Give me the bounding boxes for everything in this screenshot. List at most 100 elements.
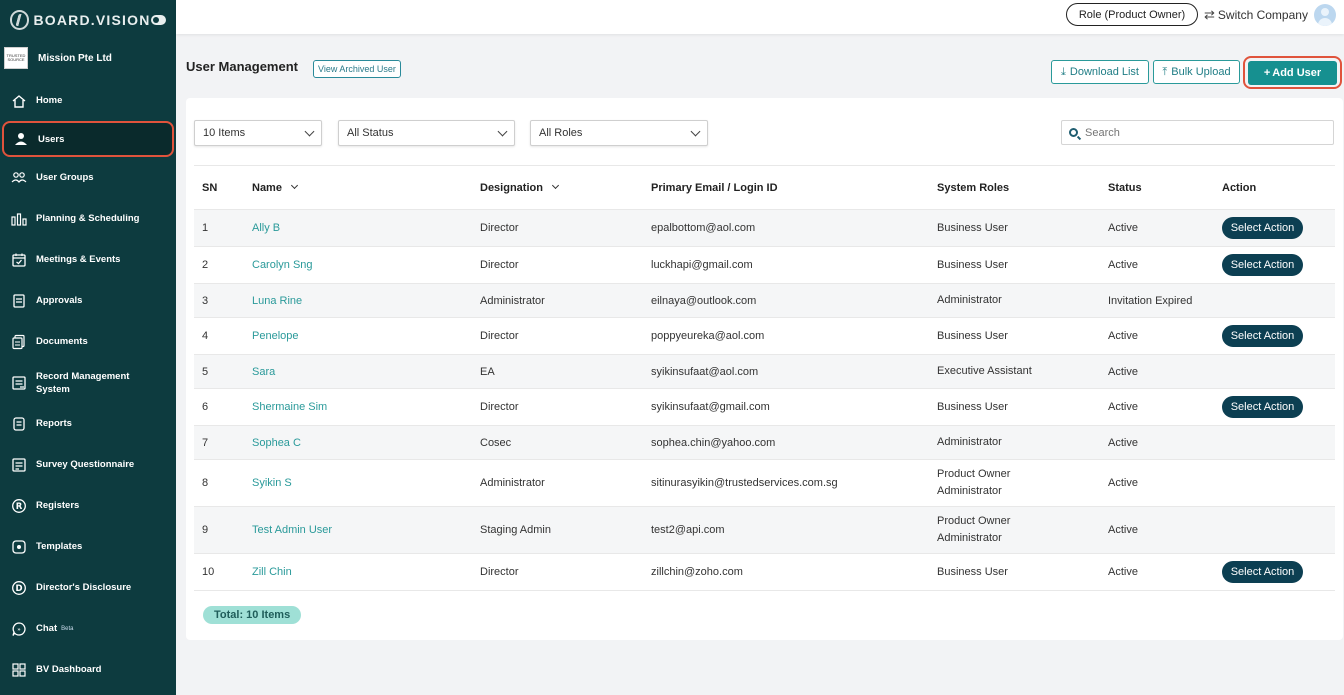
user-name-link[interactable]: Shermaine Sim bbox=[252, 401, 327, 413]
user-name-link[interactable]: Test Admin User bbox=[252, 524, 332, 536]
search-input[interactable] bbox=[1085, 126, 1315, 139]
company-logo: TRUSTED SOURCE bbox=[4, 47, 28, 69]
row-system-role: Administrator bbox=[937, 294, 1002, 306]
select-action-button[interactable]: Select Action bbox=[1222, 325, 1303, 347]
user-name-link[interactable]: Syikin S bbox=[252, 477, 292, 489]
row-email: epalbottom@aol.com bbox=[651, 222, 756, 234]
sidebar-item-approvals[interactable]: Approvals bbox=[0, 280, 176, 321]
sidebar-item-bv-dashboard[interactable]: BV Dashboard bbox=[0, 649, 176, 690]
sidebar-nav: Home Users User Groups Planning & Schedulin… bbox=[0, 80, 176, 690]
sidebar-item-label: Registers bbox=[36, 500, 80, 511]
planning-icon bbox=[10, 210, 28, 228]
header-email: Primary Email / Login ID bbox=[651, 165, 937, 210]
row-system-role: Business User bbox=[937, 258, 1008, 271]
dashboard-icon bbox=[10, 661, 28, 679]
row-system-role: Business User bbox=[937, 221, 1008, 234]
brand[interactable]: BOARD.VISION bbox=[0, 0, 176, 40]
row-system-role: Administrator bbox=[937, 532, 1002, 544]
company-selector[interactable]: TRUSTED SOURCE Mission Pte Ltd bbox=[0, 42, 176, 74]
sidebar-item-chat[interactable]: » Chat Beta bbox=[0, 608, 176, 649]
row-system-role: Administrator bbox=[937, 436, 1002, 448]
row-sn: 10 bbox=[202, 566, 215, 578]
sidebar-item-label: Chat bbox=[36, 623, 58, 634]
row-status: Active bbox=[1108, 477, 1138, 489]
sidebar-item-planning-scheduling[interactable]: Planning & Scheduling bbox=[0, 198, 176, 239]
download-icon: ⤓ bbox=[1061, 65, 1066, 78]
table-row: 6 Shermaine Sim Director syikinsufaat@gmail… bbox=[194, 388, 1335, 426]
header-name[interactable]: Name bbox=[252, 165, 480, 210]
sort-icon[interactable] bbox=[290, 181, 299, 189]
row-designation: Director bbox=[480, 330, 519, 342]
sidebar-toggle-icon[interactable] bbox=[150, 15, 166, 25]
row-status: Active bbox=[1108, 330, 1138, 342]
header-action: Action bbox=[1222, 165, 1335, 210]
row-system-role: Business User bbox=[937, 400, 1008, 413]
roles-select[interactable]: All Roles bbox=[530, 120, 708, 146]
user-name-link[interactable]: Sara bbox=[252, 366, 275, 378]
select-action-button[interactable]: Select Action bbox=[1222, 254, 1303, 276]
status-select[interactable]: All Status bbox=[338, 120, 515, 146]
row-email: eilnaya@outlook.com bbox=[651, 294, 757, 307]
sidebar-item-reports[interactable]: Reports bbox=[0, 403, 176, 444]
user-name-link[interactable]: Ally B bbox=[252, 222, 280, 234]
user-name-link[interactable]: Zill Chin bbox=[252, 566, 292, 578]
records-icon bbox=[10, 374, 28, 392]
sidebar-item-label: Planning & Scheduling bbox=[36, 213, 140, 224]
bulk-upload-button[interactable]: ⤒ Bulk Upload bbox=[1153, 60, 1240, 84]
sidebar-item-meetings-events[interactable]: Meetings & Events bbox=[0, 239, 176, 280]
row-status: Active bbox=[1108, 401, 1138, 413]
sidebar-item-templates[interactable]: Templates bbox=[0, 526, 176, 567]
download-list-button[interactable]: ⤓ Download List bbox=[1051, 60, 1149, 84]
user-group-icon bbox=[10, 169, 28, 187]
sidebar-item-users[interactable]: Users bbox=[2, 121, 174, 157]
select-action-button[interactable]: Select Action bbox=[1222, 561, 1303, 583]
avatar[interactable] bbox=[1313, 4, 1336, 26]
header-designation[interactable]: Designation bbox=[480, 165, 651, 210]
row-sn: 2 bbox=[202, 259, 209, 271]
sidebar-item-survey-questionnaire[interactable]: Survey Questionnaire bbox=[0, 444, 176, 485]
select-action-button[interactable]: Select Action bbox=[1222, 217, 1303, 239]
row-sn: 8 bbox=[202, 477, 209, 489]
chevron-down-icon bbox=[690, 126, 701, 136]
header-sn: SN bbox=[194, 165, 252, 210]
sidebar-item-documents[interactable]: Documents bbox=[0, 321, 176, 362]
row-email: sitinurasyikin@trustedservices.com.sg bbox=[651, 477, 838, 489]
view-archived-user-button[interactable]: View Archived User bbox=[313, 60, 401, 78]
user-name-link[interactable]: Luna Rine bbox=[252, 295, 302, 307]
items-per-page-select[interactable]: 10 Items bbox=[194, 120, 322, 146]
calendar-icon bbox=[10, 251, 28, 269]
row-system-role: Business User bbox=[937, 565, 1008, 578]
sidebar-item-director-s-disclosure[interactable]: D Director's Disclosure bbox=[0, 567, 176, 608]
switch-company[interactable]: ⇄ Switch Company bbox=[1204, 4, 1336, 26]
disclosure-icon: D bbox=[10, 579, 28, 597]
row-sn: 6 bbox=[202, 401, 209, 413]
upload-icon: ⤒ bbox=[1162, 65, 1168, 78]
user-name-link[interactable]: Penelope bbox=[252, 330, 299, 342]
beta-badge: Beta bbox=[61, 625, 74, 632]
role-button[interactable]: Role (Product Owner) bbox=[1066, 3, 1198, 26]
sidebar-item-home[interactable]: Home bbox=[0, 80, 176, 121]
sidebar-item-label: Home bbox=[36, 95, 63, 106]
add-user-button[interactable]: + Add User bbox=[1248, 60, 1337, 85]
row-email: poppyeureka@aol.com bbox=[651, 330, 765, 342]
row-designation: Cosec bbox=[480, 436, 512, 449]
row-designation: Administrator bbox=[480, 294, 545, 307]
table-header-row: SN Name Designation Primary Email / Logi… bbox=[194, 165, 1335, 210]
sidebar-item-label: Users bbox=[38, 133, 65, 145]
user-name-link[interactable]: Sophea C bbox=[252, 437, 301, 449]
sidebar-item-user-groups[interactable]: User Groups bbox=[0, 157, 176, 198]
search-box[interactable] bbox=[1061, 120, 1334, 145]
row-system-role: Administrator bbox=[937, 485, 1002, 497]
select-action-button[interactable]: Select Action bbox=[1222, 396, 1303, 418]
sidebar-item-record-management-system[interactable]: Record Management System bbox=[0, 362, 176, 403]
swap-icon: ⇄ bbox=[1204, 7, 1215, 22]
row-sn: 7 bbox=[202, 436, 209, 449]
users-card: 10 Items All Status All Roles SN Name De… bbox=[186, 98, 1343, 640]
user-name-link[interactable]: Carolyn Sng bbox=[252, 259, 313, 271]
reports-icon bbox=[10, 415, 28, 433]
search-icon bbox=[1069, 128, 1078, 137]
sort-icon[interactable] bbox=[551, 181, 559, 189]
sidebar-item-registers[interactable]: R Registers bbox=[0, 485, 176, 526]
table-row: 4 Penelope Director poppyeureka@aol.com Busi… bbox=[194, 317, 1335, 355]
svg-text:»: » bbox=[17, 627, 20, 633]
